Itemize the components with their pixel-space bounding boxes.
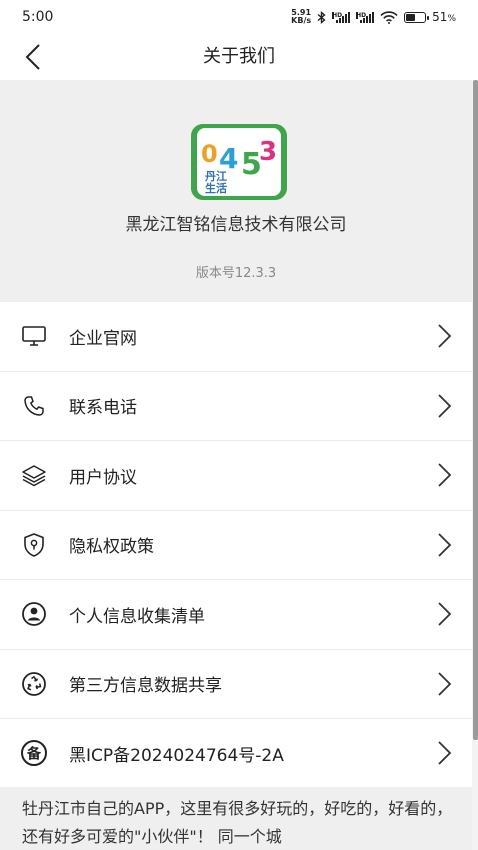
shield-lock-icon: [20, 531, 48, 559]
menu-item-personal-info-list[interactable]: 个人信息收集清单: [0, 580, 472, 650]
signal-strength-icon-1: HD: [332, 11, 351, 23]
svg-text:3: 3: [259, 137, 277, 167]
chevron-right-icon: [434, 392, 454, 420]
back-button[interactable]: [14, 38, 52, 76]
chevron-right-icon: [434, 739, 454, 767]
svg-text:0: 0: [201, 140, 218, 168]
wifi-icon: [380, 10, 398, 24]
page-title: 关于我们: [203, 46, 275, 67]
menu-item-label: 黑ICP备2024024764号-2A: [69, 745, 284, 766]
bei-icon: 备: [20, 739, 48, 767]
menu-item-user-agreement[interactable]: 用户协议: [0, 441, 472, 511]
chevron-right-icon: [434, 670, 454, 698]
phone-icon: [20, 392, 48, 420]
company-name: 黑龙江智铭信息技术有限公司: [125, 215, 347, 235]
chevron-right-icon: [434, 322, 454, 350]
status-time: 5:00: [22, 9, 54, 25]
status-bar: 5:00 5.91 KB/s HD HD 51%: [0, 0, 478, 34]
battery-percent: 51%: [432, 10, 456, 24]
signal-strength-icon-2: HD: [356, 11, 375, 23]
status-icons: 5.91 KB/s HD HD 51%: [291, 9, 456, 25]
chevron-right-icon: [434, 531, 454, 559]
version-label: 版本号12.3.3: [195, 266, 277, 281]
chevron-right-icon: [434, 461, 454, 489]
menu-item-label: 个人信息收集清单: [69, 606, 205, 627]
battery-fill: [406, 13, 416, 21]
battery-icon: [404, 11, 430, 23]
menu-item-label: 联系电话: [69, 398, 137, 419]
menu-item-phone[interactable]: 联系电话: [0, 371, 472, 441]
user-circle-icon: [20, 600, 48, 628]
menu-item-privacy-policy[interactable]: 隐私权政策: [0, 510, 472, 580]
menu-item-label: 第三方信息数据共享: [69, 676, 222, 697]
app-description: 牡丹江市自己的APP，这里有很多好玩的，好吃的，好看的，还有好多可爱的"小伙伴"…: [0, 787, 472, 850]
svg-text:生活: 生活: [205, 181, 227, 195]
menu-item-third-party-sharing[interactable]: 第三方信息数据共享: [0, 649, 472, 719]
recycle-icon: [20, 670, 48, 698]
navigation-bar: 关于我们: [0, 34, 478, 80]
app-logo-icon: 0 4 5 3 丹江 生活: [191, 124, 287, 200]
app-logo: 0 4 5 3 丹江 生活: [191, 124, 287, 200]
bluetooth-icon: [317, 10, 326, 24]
about-header: 0 4 5 3 丹江 生活 黑龙江智铭信息技术有限公司 版本号12.3.3: [0, 80, 472, 302]
menu-item-label: 企业官网: [69, 328, 137, 349]
menu-item-label: 隐私权政策: [69, 537, 154, 558]
scrollbar-thumb[interactable]: [473, 80, 478, 740]
layers-icon: [20, 461, 48, 489]
svg-text:备: 备: [26, 746, 42, 763]
chevron-right-icon: [434, 600, 454, 628]
svg-text:丹江: 丹江: [205, 169, 227, 183]
menu-item-icp-record[interactable]: 备 黑ICP备2024024764号-2A: [0, 719, 472, 789]
chevron-left-icon: [25, 44, 40, 70]
monitor-icon: [20, 322, 48, 350]
network-speed: 5.91 KB/s: [291, 8, 312, 25]
about-menu-list: 企业官网 联系电话 用户协议 隐私权政策 个人信息收集清单 第三方信息数据共享 …: [0, 302, 472, 789]
menu-item-website[interactable]: 企业官网: [0, 302, 472, 372]
menu-item-label: 用户协议: [69, 467, 137, 488]
